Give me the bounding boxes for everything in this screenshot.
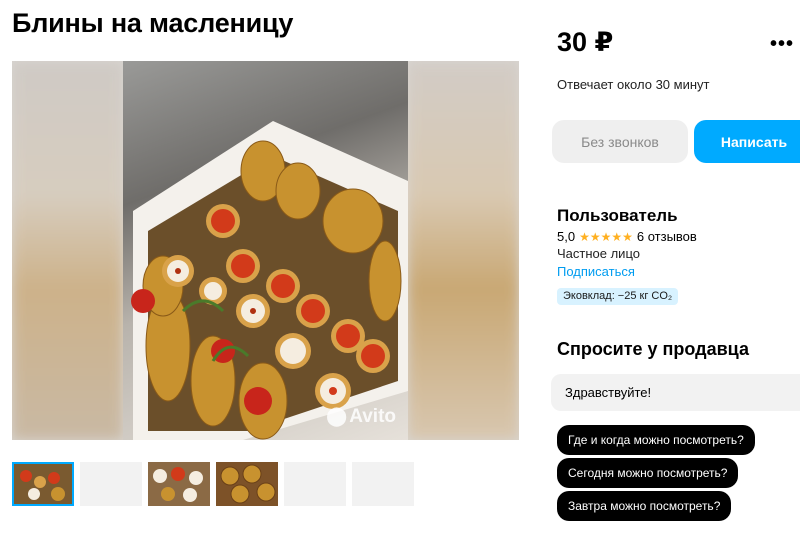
gallery-blur-right <box>408 61 519 440</box>
thumbnail-6[interactable] <box>352 462 414 506</box>
quick-question-tomorrow[interactable]: Завтра можно посмотреть? <box>557 491 732 521</box>
ask-seller-title: Спросите у продавца <box>557 339 749 359</box>
seller-rating[interactable]: 5,0 ★★★★★ 6 отзывов <box>557 229 697 244</box>
pancake-box-illustration <box>131 121 408 440</box>
thumbnail-5[interactable] <box>284 462 346 506</box>
reviews-count: 6 отзывов <box>636 229 697 244</box>
seller-type: Частное лицо <box>557 246 640 261</box>
price: 30 ₽ <box>557 27 614 57</box>
quick-question-where-when[interactable]: Где и когда можно посмотреть? <box>557 425 755 455</box>
thumbnail-image <box>14 464 72 504</box>
seller-name[interactable]: Пользователь <box>557 206 678 226</box>
thumbnail-image <box>148 462 210 506</box>
thumbnail-3[interactable] <box>148 462 210 506</box>
subscribe-link[interactable]: Подписаться <box>557 264 635 279</box>
quick-question-today[interactable]: Сегодня можно посмотреть? <box>557 458 739 488</box>
thumbnail-2[interactable] <box>80 462 142 506</box>
thumbnail-strip <box>12 462 414 506</box>
rating-stars-icon: ★★★★★ <box>579 229 633 244</box>
avito-watermark: ⬤ Avito <box>325 405 396 428</box>
reply-time: Отвечает около 30 минут <box>557 77 710 92</box>
rating-value: 5,0 <box>557 229 576 244</box>
avito-logo-icon: ⬤ <box>325 406 348 427</box>
thumbnail-1[interactable] <box>12 462 74 506</box>
thumbnail-image <box>216 462 278 506</box>
more-dots-icon[interactable]: ••• <box>770 33 794 56</box>
main-photo[interactable]: ⬤ Avito <box>123 61 408 440</box>
photo-gallery[interactable]: ⬤ Avito <box>12 61 519 440</box>
eco-badge[interactable]: Эковклад: −25 кг CO₂ <box>557 288 679 305</box>
gallery-blur-left <box>12 61 123 440</box>
message-input[interactable]: Здравствуйте! <box>551 374 800 411</box>
no-calls-button[interactable]: Без звонков <box>552 120 688 163</box>
listing-title: Блины на масленицу <box>12 8 294 38</box>
thumbnail-4[interactable] <box>216 462 278 506</box>
write-message-button[interactable]: Написать <box>694 120 800 163</box>
